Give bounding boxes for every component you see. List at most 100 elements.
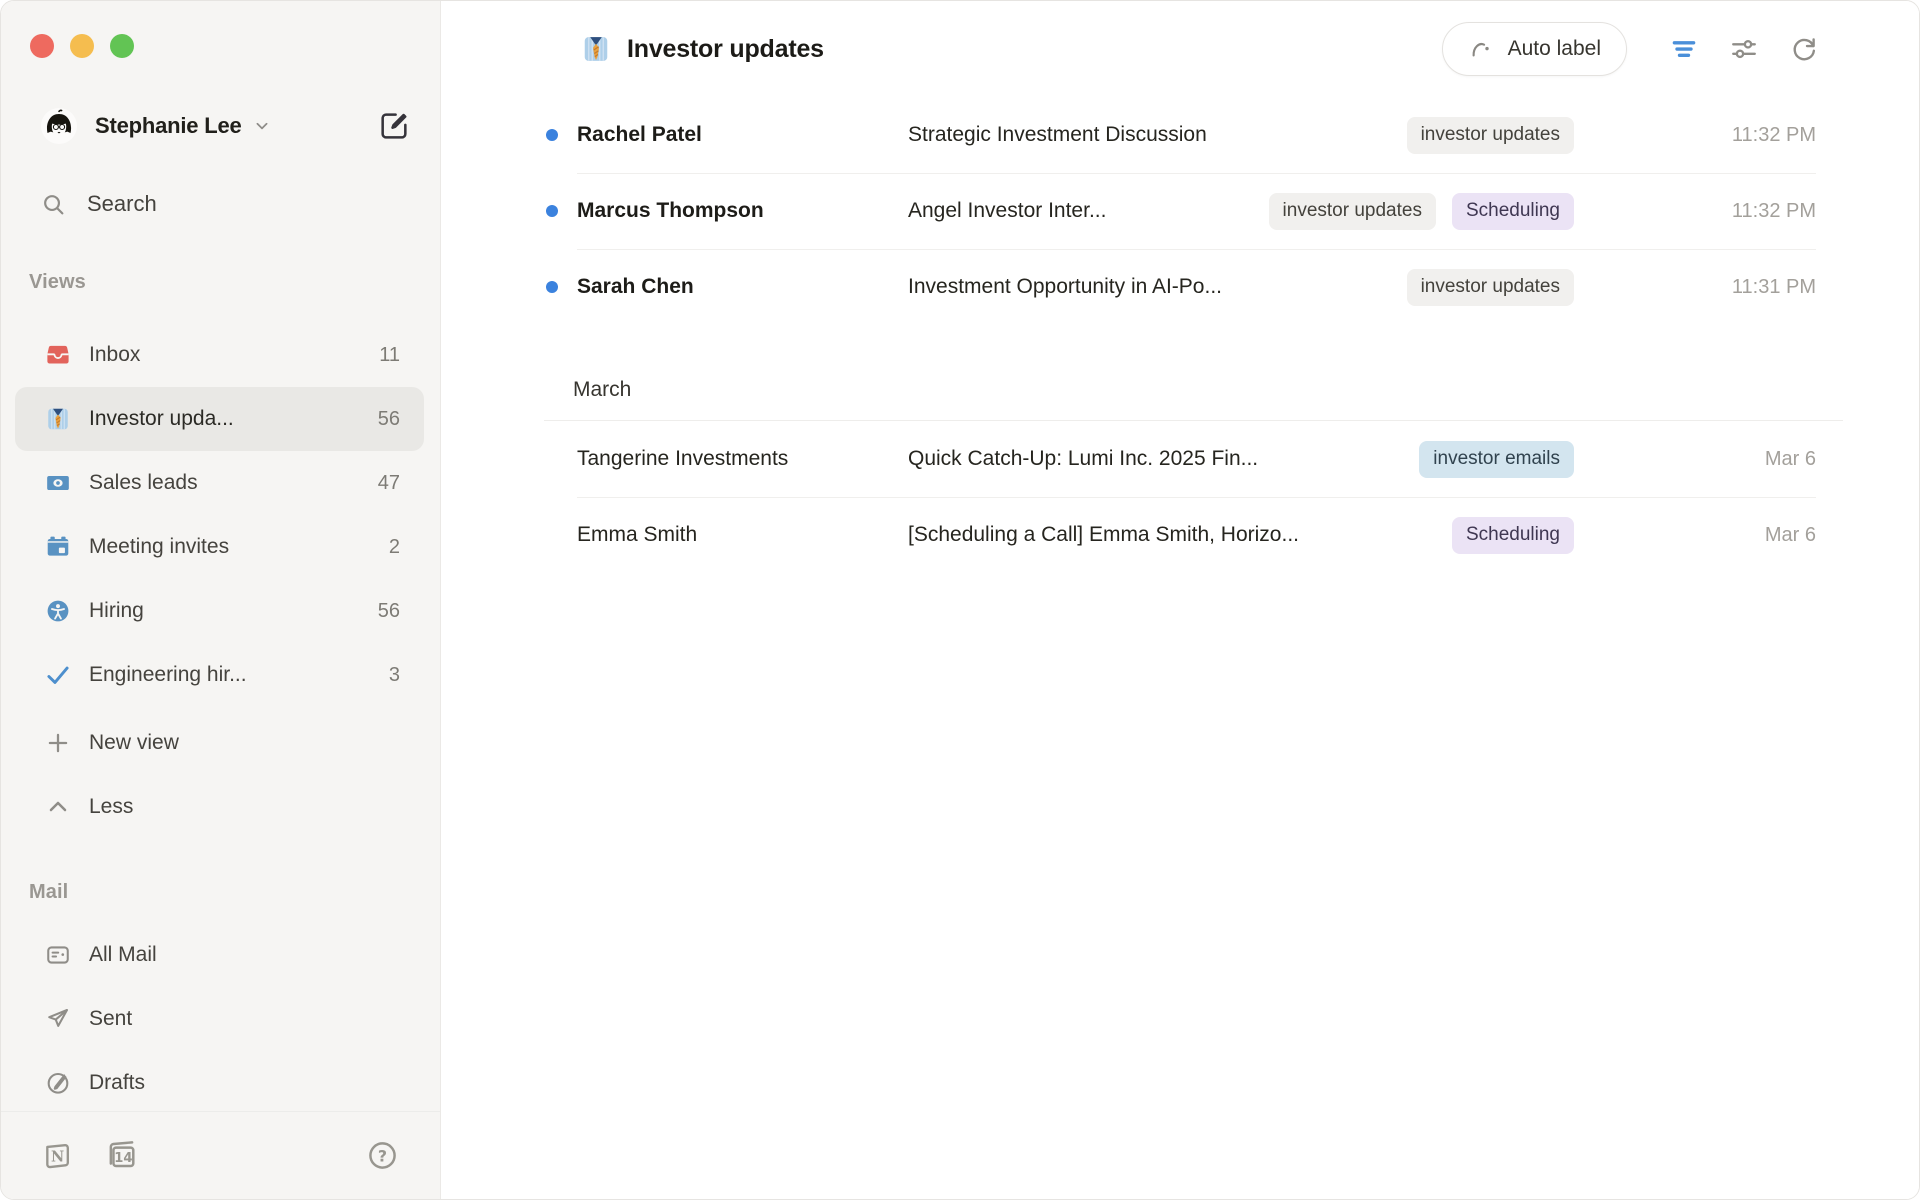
sidebar-item-inbox[interactable]: Inbox 11 — [15, 323, 424, 387]
email-tags: Scheduling — [1428, 517, 1574, 554]
sidebar-item-label: Meeting invites — [89, 535, 377, 559]
email-tag[interactable]: investor updates — [1407, 117, 1574, 154]
unread-dot-column — [546, 129, 577, 141]
sidebar-item-count: 56 — [378, 408, 400, 431]
necktie-icon — [45, 406, 71, 432]
sidebar-item-sent[interactable]: Sent — [15, 987, 424, 1051]
sidebar-item-less[interactable]: Less — [15, 775, 424, 839]
zoom-window-button[interactable] — [110, 34, 134, 58]
necktie-icon — [581, 34, 611, 64]
filter-button[interactable] — [1669, 34, 1699, 64]
mail-pane: Investor updates Auto label Rachel Patel… — [441, 1, 1919, 1199]
sidebar-item-label: Drafts — [89, 1071, 400, 1095]
svg-text:N: N — [51, 1148, 64, 1165]
sidebar-item-label: Engineering hir... — [89, 663, 377, 687]
svg-text:14: 14 — [114, 1151, 132, 1166]
date-group-label: March — [573, 378, 631, 402]
sidebar-item-count: 11 — [379, 344, 400, 367]
mail-section-label: Mail — [29, 881, 440, 905]
email-tags: investor updates — [1383, 117, 1574, 154]
sidebar-item-sales-leads[interactable]: Sales leads 47 — [15, 451, 424, 515]
email-sender: Marcus Thompson — [577, 199, 908, 223]
email-tag[interactable]: investor updates — [1269, 193, 1436, 230]
email-row[interactable]: Rachel PatelStrategic Investment Discuss… — [441, 97, 1919, 173]
sidebar-item-hiring[interactable]: Hiring56 — [15, 579, 424, 643]
sidebar-item-label: Investor upda... — [89, 407, 366, 431]
help-button[interactable]: ? — [366, 1139, 399, 1172]
email-row[interactable]: Marcus ThompsonAngel Investor Inter... in… — [441, 173, 1919, 249]
notion-calendar-button[interactable]: 14 — [74, 1138, 140, 1173]
email-subject: Quick Catch-Up: Lumi Inc. 2025 Fin... — [908, 447, 1258, 471]
email-tag[interactable]: Scheduling — [1452, 193, 1574, 230]
email-subject: Investment Opportunity in AI-Po... — [908, 275, 1222, 299]
views-section-label: Views — [29, 271, 440, 295]
email-tag[interactable]: investor updates — [1407, 269, 1574, 306]
mail-folders: All Mail Sent Drafts — [15, 923, 424, 1115]
view-title: Investor updates — [627, 35, 824, 64]
filter-icon — [1669, 34, 1699, 64]
sidebar-item-label: Sales leads — [89, 471, 366, 495]
sidebar-footer: N 14 ? — [1, 1111, 440, 1199]
email-subject: Angel Investor Inter... — [908, 199, 1106, 223]
chevron-down-icon — [252, 116, 272, 136]
view-actions: New view Less — [15, 711, 424, 839]
email-subject: Strategic Investment Discussion — [908, 123, 1207, 147]
sidebar-item-count: 56 — [378, 600, 400, 623]
email-tags: investor updates Scheduling — [1245, 193, 1574, 230]
unread-dot — [546, 129, 558, 141]
user-name: Stephanie Lee — [95, 113, 242, 139]
unread-dot-column — [546, 205, 577, 217]
email-row[interactable]: Emma Smith[Scheduling a Call] Emma Smith… — [441, 497, 1919, 573]
email-tag[interactable]: investor emails — [1419, 441, 1574, 478]
email-time: 11:31 PM — [1574, 276, 1816, 299]
account-switcher[interactable]: Stephanie Lee — [41, 101, 410, 151]
email-row[interactable]: Sarah ChenInvestment Opportunity in AI-P… — [441, 249, 1919, 325]
sent-icon — [45, 1006, 71, 1032]
drafts-icon — [45, 1070, 71, 1096]
close-window-button[interactable] — [30, 34, 54, 58]
sidebar: Stephanie Lee Search Views Inbox 11 Invest… — [1, 1, 441, 1199]
auto-label-button[interactable]: Auto label — [1442, 22, 1627, 76]
display-settings-button[interactable] — [1729, 34, 1759, 64]
header-controls: Auto label — [1442, 22, 1819, 76]
sidebar-item-meeting-invites[interactable]: Meeting invites 2 — [15, 515, 424, 579]
email-sender: Emma Smith — [577, 523, 908, 547]
unread-dot — [546, 205, 558, 217]
email-sender: Tangerine Investments — [577, 447, 908, 471]
search-button[interactable]: Search — [41, 179, 410, 229]
sidebar-item-investor-upda[interactable]: Investor upda... 56 — [15, 387, 424, 451]
sidebar-item-label: Sent — [89, 1007, 400, 1031]
auto-label-text: Auto label — [1508, 37, 1601, 61]
sidebar-item-new-view[interactable]: New view — [15, 711, 424, 775]
sidebar-item-count: 47 — [378, 472, 400, 495]
sidebar-item-label: Inbox — [89, 343, 367, 367]
search-label: Search — [87, 191, 157, 217]
sidebar-item-count: 2 — [389, 536, 400, 559]
checkmark-icon — [45, 662, 71, 688]
sidebar-item-count: 3 — [389, 664, 400, 687]
sidebar-item-all-mail[interactable]: All Mail — [15, 923, 424, 987]
compose-button[interactable] — [378, 110, 410, 142]
email-tags: investor emails — [1395, 441, 1574, 478]
unread-dot-column — [546, 281, 577, 293]
email-sender: Sarah Chen — [577, 275, 908, 299]
inbox-icon — [45, 342, 71, 368]
sidebar-item-engineering-hir[interactable]: Engineering hir... 3 — [15, 643, 424, 707]
email-time: Mar 6 — [1574, 524, 1816, 547]
email-tag[interactable]: Scheduling — [1452, 517, 1574, 554]
help-icon: ? — [366, 1139, 399, 1172]
banknote-icon — [45, 470, 71, 496]
refresh-button[interactable] — [1789, 34, 1819, 64]
date-group-header: March — [544, 325, 1843, 421]
notion-app-button[interactable]: N — [41, 1139, 74, 1172]
chevron-up-icon — [45, 794, 71, 820]
email-subject: [Scheduling a Call] Emma Smith, Horizo..… — [908, 523, 1299, 547]
email-time: 11:32 PM — [1574, 124, 1816, 147]
avatar — [41, 108, 77, 144]
sidebar-item-label: Less — [89, 795, 400, 819]
email-row[interactable]: Tangerine InvestmentsQuick Catch-Up: Lum… — [441, 421, 1919, 497]
sidebar-item-label: All Mail — [89, 943, 400, 967]
unread-dot-column — [546, 453, 577, 465]
sidebar-item-drafts[interactable]: Drafts — [15, 1051, 424, 1115]
minimize-window-button[interactable] — [70, 34, 94, 58]
